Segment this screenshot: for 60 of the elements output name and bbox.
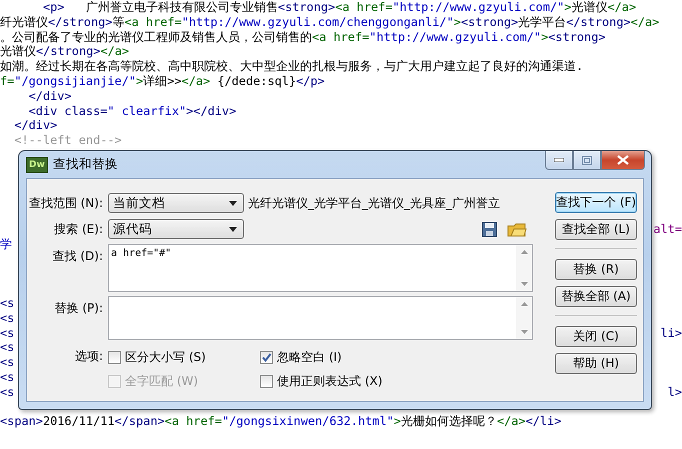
code-line: <!--left end--> [13,133,122,148]
code-line: li> [660,326,682,340]
code-line: 。公司配备了专业的光谱仪工程师及销售人员，公司销售的<a href="http://www.gzyuli.com/"><strong> [0,30,606,44]
up-arrow-icon [520,302,528,306]
check-icon [261,352,272,363]
code-line: <s [0,310,14,326]
scrollbar[interactable] [516,245,532,291]
code-line: <s [0,340,14,356]
checkbox-option[interactable]: 忽略空白 (I) [260,349,460,366]
field-label: 搜索 (E): [53,220,104,238]
save-icon[interactable] [482,222,497,236]
code-line: <s [0,355,14,370]
folder-icon[interactable] [507,221,527,237]
field-label: 替换 (P): [54,300,104,317]
dialog-button[interactable]: 查找全部 (L) [555,219,637,240]
document-name: 光纤光谱仪_光学平台_光谱仪_光具座_广州誉立 [248,194,500,212]
window-title: 查找和替换 [52,156,118,173]
search-dropdown[interactable]: 源代码 [108,219,244,239]
caret-icon [229,226,237,232]
code-line: <p> 广州誉立电子科技有限公司专业销售<strong><a href="http://www.gzyuli.com/">光谱仪</a> [42,0,636,15]
dialog-button[interactable]: 查找下一个 (F) [555,192,637,213]
code-line: alt= [653,222,682,237]
maximize-icon [582,156,592,164]
code-line: <s [0,384,14,400]
checkbox-option[interactable]: 使用正则表达式 (X) [260,373,460,390]
code-line: <span>2016/11/11</span><a href="/gongsixinwen/632.html">光栅如何选择呢？</a></li> [0,414,562,430]
maximize-button[interactable] [573,151,601,170]
code-line: <div class=" clearfix"></div> [28,104,236,118]
dialog-button[interactable]: 帮助 (H) [555,353,637,374]
replace-field[interactable] [108,296,533,340]
scrollbar[interactable] [516,297,532,339]
down-arrow-icon [520,282,528,286]
code-line: <s [0,296,14,311]
caret-icon [229,200,237,206]
code-line: 如潮。经过长期在各高等院校、高中职院校、大中型企业的扎根与服务，与广大用户建立起了良好的沟通渠道. [0,59,584,74]
dialog-button[interactable]: 替换全部 (A) [555,286,637,307]
code-line: l> [668,384,682,400]
close-button[interactable] [601,151,645,170]
up-arrow-icon [520,250,528,254]
field-label: 查找 (D): [52,248,104,265]
code-line: 学 [0,236,12,252]
code-line: 光谱仪</strong></a> [0,44,130,60]
down-arrow-icon [520,330,528,334]
code-line: </div> [13,118,58,134]
scope-dropdown[interactable]: 当前文档 [108,193,244,213]
dialog-button[interactable]: 替换 (R) [555,259,637,280]
find-field[interactable]: a href="#" [108,244,533,292]
checkbox-option[interactable]: 区分大小写 (S) [108,349,260,366]
close-icon [617,155,629,165]
code-line: <s [0,370,14,385]
field-label: 选项: [74,348,104,365]
field-label: 查找范围 (N): [28,194,104,212]
code-line: </div> [28,88,72,104]
minimize-button[interactable] [545,151,573,170]
app-icon: Dw [26,156,48,172]
code-line: 纤光谱仪</strong>等<a href="http://www.gzyuli.com/chenggonganli/"><strong>光学平台</strong></a> [0,14,660,30]
code-line: <s [0,326,14,340]
dialog-button[interactable]: 关闭 (C) [555,326,637,347]
minimize-icon [554,158,564,162]
code-line: f="/gongsijianjie/">详细>></a> {/dede:sql}</p> [0,74,325,89]
